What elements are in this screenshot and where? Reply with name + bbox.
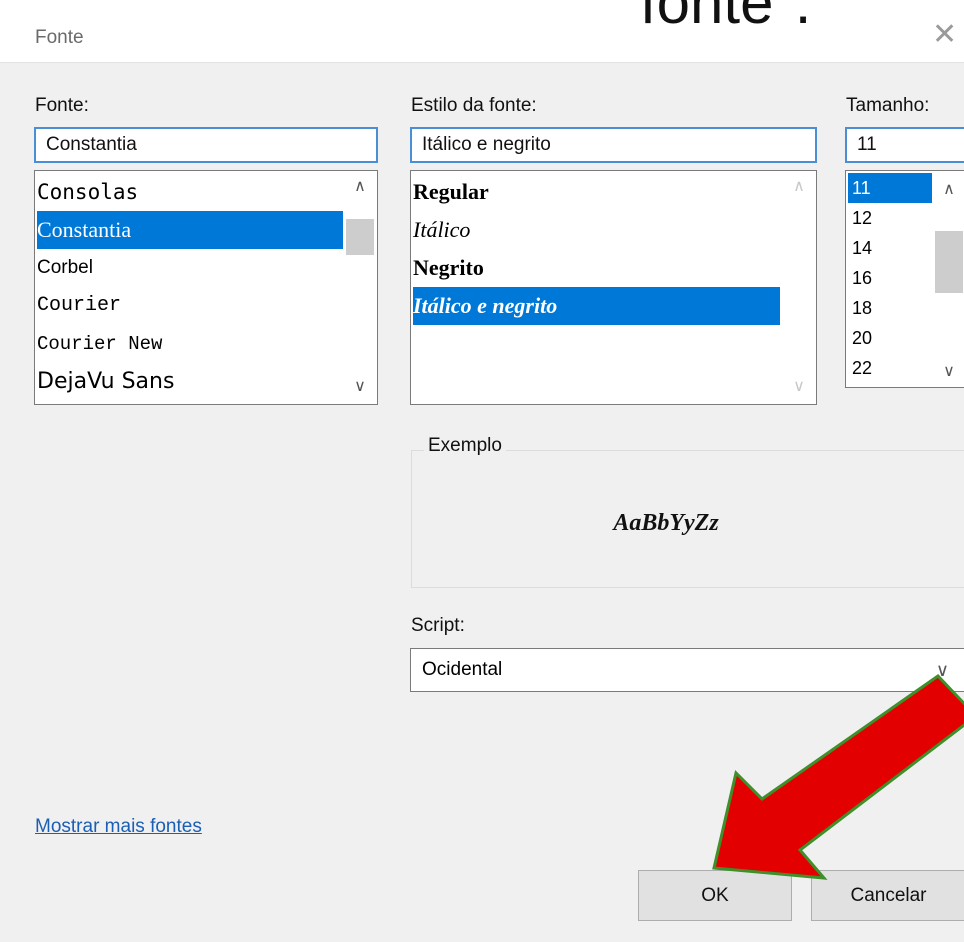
- sample-legend: Exemplo: [424, 435, 506, 457]
- chevron-down-icon[interactable]: ∨: [936, 649, 949, 691]
- style-item-bold[interactable]: Negrito: [413, 249, 780, 287]
- font-size-list[interactable]: 11 12 14 16 18 20 22 ∧ ∨: [845, 170, 964, 388]
- script-label: Script:: [411, 615, 465, 636]
- font-name-input[interactable]: Constantia: [34, 127, 378, 163]
- scroll-down-icon[interactable]: ∨: [934, 361, 964, 381]
- size-item-20[interactable]: 20: [848, 323, 872, 353]
- scroll-up-icon[interactable]: ∧: [934, 179, 964, 199]
- font-size-input[interactable]: 11: [845, 127, 964, 163]
- font-style-input[interactable]: Itálico e negrito: [410, 127, 817, 163]
- style-item-bold-italic[interactable]: Itálico e negrito: [413, 287, 780, 325]
- size-item-18[interactable]: 18: [848, 293, 872, 323]
- overlay-caption: fonte".: [640, 0, 812, 36]
- font-item-courier[interactable]: Courier: [37, 287, 343, 325]
- size-item-12[interactable]: 12: [848, 203, 872, 233]
- script-value: Ocidental: [422, 659, 503, 680]
- scroll-thumb[interactable]: [935, 231, 963, 293]
- font-label: Fonte:: [35, 95, 89, 116]
- size-item-11[interactable]: 11: [848, 173, 932, 203]
- font-item-dejavu-sans[interactable]: DejaVu Sans: [37, 363, 343, 401]
- scroll-up-icon[interactable]: ∧: [345, 176, 375, 196]
- show-more-fonts-link[interactable]: Mostrar mais fontes: [35, 816, 202, 838]
- font-list[interactable]: Consolas Constantia Corbel Courier Couri…: [34, 170, 378, 405]
- close-icon[interactable]: ✕: [932, 20, 957, 50]
- scroll-up-icon: ∧: [793, 178, 805, 195]
- font-style-list[interactable]: Regular Itálico Negrito Itálico e negrit…: [410, 170, 817, 405]
- size-label: Tamanho:: [846, 95, 930, 116]
- size-list-scrollbar[interactable]: ∧ ∨: [934, 171, 964, 387]
- script-select[interactable]: Ocidental ∨: [410, 648, 964, 692]
- dialog-title: Fonte: [35, 27, 84, 48]
- style-item-regular[interactable]: Regular: [413, 173, 780, 211]
- size-item-16[interactable]: 16: [848, 263, 872, 293]
- size-item-22[interactable]: 22: [848, 353, 872, 383]
- font-item-corbel[interactable]: Corbel: [37, 249, 343, 287]
- sample-text: AaBbYyZz: [613, 510, 719, 536]
- scroll-thumb[interactable]: [346, 219, 374, 255]
- cancel-button[interactable]: Cancelar: [811, 870, 964, 921]
- style-item-italic[interactable]: Itálico: [413, 211, 780, 249]
- style-list-scrollbar: ∧ ∨: [784, 171, 814, 404]
- title-bar: Fonte fonte". ✕: [0, 0, 964, 62]
- font-list-scrollbar[interactable]: ∧ ∨: [345, 171, 375, 404]
- style-label: Estilo da fonte:: [411, 95, 537, 116]
- font-item-courier-new[interactable]: Courier New: [37, 325, 343, 363]
- font-item-consolas[interactable]: Consolas: [37, 173, 343, 211]
- scroll-down-icon[interactable]: ∨: [345, 376, 375, 396]
- font-item-constantia[interactable]: Constantia: [37, 211, 343, 249]
- scroll-down-icon: ∨: [793, 378, 805, 395]
- ok-button[interactable]: OK: [638, 870, 792, 921]
- size-item-14[interactable]: 14: [848, 233, 872, 263]
